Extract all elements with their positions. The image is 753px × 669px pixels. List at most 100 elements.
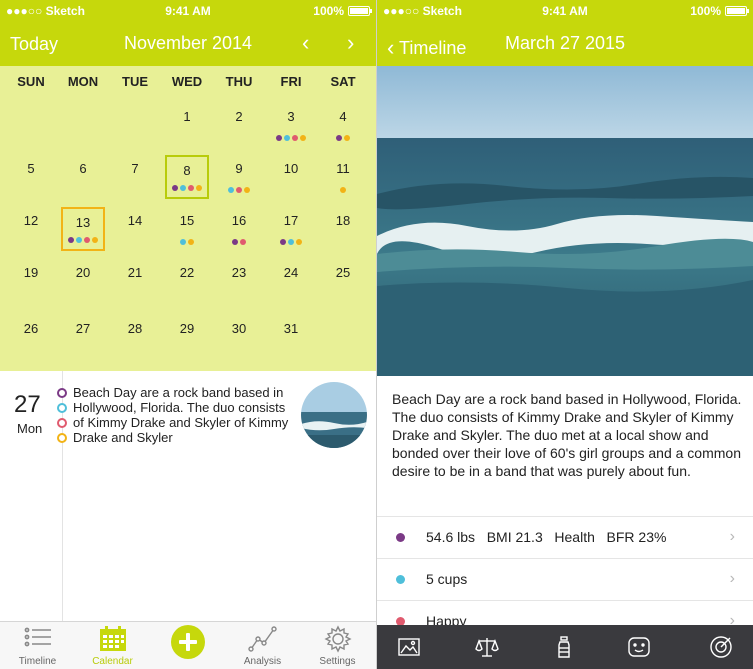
entry-day-number: 27 — [14, 391, 41, 418]
day-number: 6 — [79, 161, 87, 176]
calendar-day[interactable]: 18 — [321, 207, 365, 251]
calendar-day[interactable]: 10 — [269, 155, 313, 199]
day-number: 21 — [127, 265, 143, 280]
day-number: 16 — [231, 213, 247, 228]
calendar-day[interactable]: 1 — [165, 103, 209, 147]
day-number: 31 — [283, 321, 299, 336]
weekday-label: THU — [225, 74, 253, 89]
photo-icon[interactable] — [397, 635, 421, 659]
calendar-day[interactable]: 7 — [113, 155, 157, 199]
calendar-day[interactable]: 22 — [165, 259, 209, 303]
metric-row[interactable]: 5 cups › — [377, 558, 753, 600]
tab-calendar[interactable]: Calendar — [75, 622, 150, 669]
day-number: 10 — [283, 161, 299, 176]
tab-analysis[interactable]: Analysis — [225, 622, 300, 669]
day-number: 18 — [335, 213, 351, 228]
entry-photo — [377, 66, 753, 376]
status-bar: ●●●○○ Sketch 9:41 AM 100% — [377, 0, 753, 22]
day-number: 26 — [23, 321, 39, 336]
day-entry[interactable]: 27 Mon Beach Day are a rock band based i… — [0, 371, 376, 621]
day-number: 15 — [179, 213, 195, 228]
purple-dot — [232, 239, 238, 245]
calendar-day[interactable]: 6 — [61, 155, 105, 199]
day-number: 2 — [235, 109, 243, 124]
calendar-day[interactable]: 31 — [269, 315, 313, 359]
next-month-icon[interactable]: › — [347, 30, 354, 56]
blue-dot — [180, 239, 186, 245]
entry-thumbnail[interactable] — [301, 382, 367, 448]
calendar-day[interactable]: 23 — [217, 259, 261, 303]
day-number: 29 — [179, 321, 195, 336]
calendar-day[interactable]: 21 — [113, 259, 157, 303]
blue-dot — [76, 237, 82, 243]
add-entry-button[interactable] — [150, 622, 225, 669]
blue-dot — [180, 185, 186, 191]
calendar-day[interactable]: 20 — [61, 259, 105, 303]
red-dot — [292, 135, 298, 141]
calendar-icon — [98, 625, 128, 658]
detail-navbar: ‹ Timeline March 27 2015 — [377, 22, 753, 66]
calendar-day[interactable]: 25 — [321, 259, 365, 303]
calendar-day[interactable]: 19 — [9, 259, 53, 303]
event-dots — [217, 186, 261, 193]
calendar-day[interactable]: 4 — [321, 103, 365, 147]
calendar-day[interactable]: 16 — [217, 207, 261, 251]
calendar-day[interactable]: 5 — [9, 155, 53, 199]
list-icon — [23, 625, 53, 656]
red-dot — [236, 187, 242, 193]
month-title: November 2014 — [123, 33, 253, 53]
calendar-day[interactable]: 11 — [321, 155, 365, 199]
calendar-day[interactable]: 12 — [9, 207, 53, 251]
metric-row[interactable]: 54.6 lbs BMI 21.3 Health BFR 23% › — [377, 516, 753, 558]
event-dots — [167, 184, 207, 191]
blue-dot — [396, 575, 405, 584]
day-number: 12 — [23, 213, 39, 228]
bottle-icon[interactable] — [552, 635, 576, 659]
weekday-label: WED — [171, 74, 203, 89]
orange-dot — [188, 239, 194, 245]
calendar-day[interactable]: 24 — [269, 259, 313, 303]
tab-timeline[interactable]: Timeline — [0, 622, 75, 669]
calendar-day[interactable]: 28 — [113, 315, 157, 359]
purple-dot — [172, 185, 178, 191]
day-number: 28 — [127, 321, 143, 336]
weekday-label: FRI — [280, 74, 302, 89]
purple-dot — [276, 135, 282, 141]
calendar-day[interactable]: 3 — [269, 103, 313, 147]
calendar-day[interactable]: 15 — [165, 207, 209, 251]
blue-ring-icon — [57, 403, 67, 413]
prev-month-icon[interactable]: ‹ — [302, 30, 309, 56]
detail-toolbar — [377, 625, 753, 669]
blue-dot — [284, 135, 290, 141]
blue-dot — [288, 239, 294, 245]
calendar-day[interactable]: 26 — [9, 315, 53, 359]
entry-category-rings — [57, 388, 69, 448]
calendar-day[interactable]: 8 — [165, 155, 209, 199]
tab-label: Analysis — [243, 656, 282, 667]
calendar-day[interactable]: 30 — [217, 315, 261, 359]
plus-icon — [170, 625, 205, 659]
event-dots — [321, 134, 365, 141]
scale-icon[interactable] — [475, 635, 499, 659]
battery-label: 100% — [690, 4, 721, 18]
month-calendar: SUN MON TUE WED THU FRI SAT 1 2 3 4 5 6 7 8 9 10 11 12 13 1… — [0, 66, 376, 371]
blue-dot — [228, 187, 234, 193]
target-icon[interactable] — [709, 635, 733, 659]
calendar-day[interactable]: 13 — [61, 207, 105, 251]
weekday-label: TUE — [122, 74, 148, 89]
tab-settings[interactable]: Settings — [300, 622, 375, 669]
day-number: 4 — [339, 109, 347, 124]
calendar-day[interactable]: 2 — [217, 103, 261, 147]
purple-dot — [336, 135, 342, 141]
chevron-right-icon: › — [729, 528, 735, 545]
calendar-day[interactable]: 29 — [165, 315, 209, 359]
day-number: 9 — [235, 161, 243, 176]
calendar-day[interactable]: 14 — [113, 207, 157, 251]
mood-icon[interactable] — [627, 635, 651, 659]
calendar-day[interactable]: 9 — [217, 155, 261, 199]
day-number: 13 — [75, 215, 91, 230]
calendar-day[interactable]: 17 — [269, 207, 313, 251]
weekday-header: SUN MON TUE WED THU FRI SAT — [0, 74, 376, 94]
calendar-day[interactable]: 27 — [61, 315, 105, 359]
entry-text: Beach Day are a rock band based in Holly… — [73, 385, 289, 445]
